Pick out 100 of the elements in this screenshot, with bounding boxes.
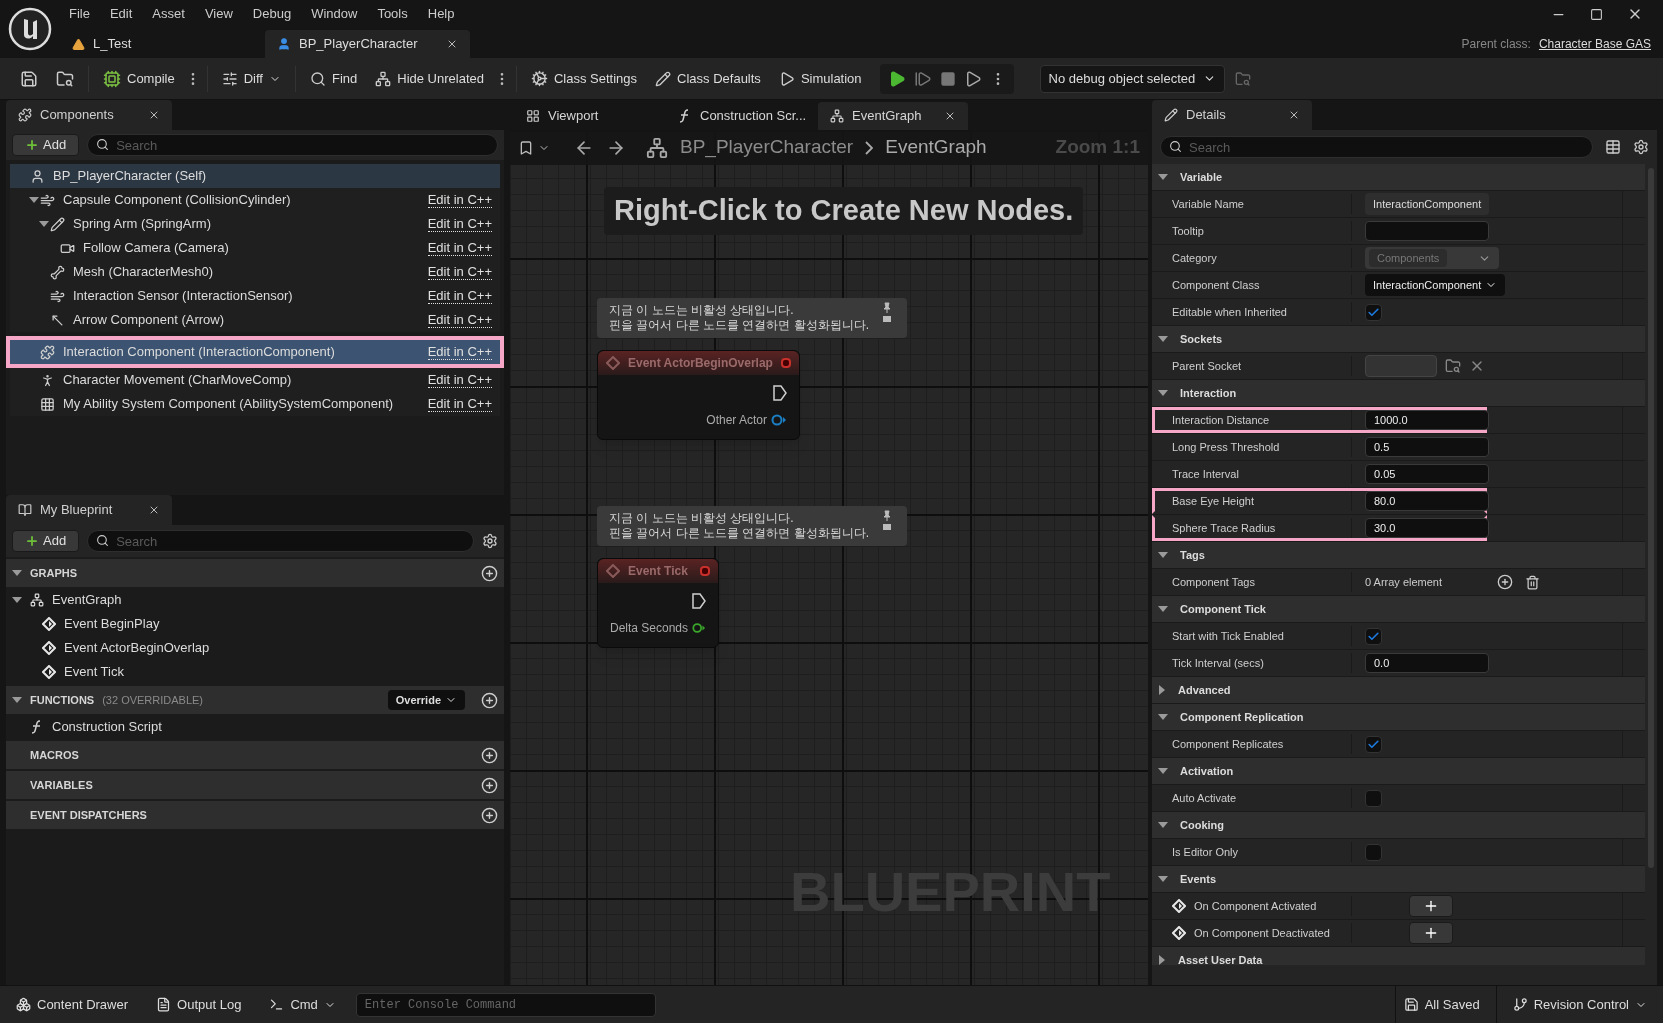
all-saved-button[interactable]: All Saved [1395,989,1488,1020]
add-circle-icon[interactable] [481,776,498,794]
revision-control-button[interactable]: Revision Control [1504,989,1655,1020]
simulation-button[interactable]: Simulation [770,63,870,94]
add-button[interactable]: Add [12,530,80,552]
content-drawer-button[interactable]: Content Drawer [8,989,137,1020]
override-dropdown[interactable]: Override [387,690,465,710]
trash-icon[interactable] [1525,574,1540,590]
add-circle-icon[interactable] [481,746,498,764]
menu-item[interactable]: File [60,4,99,24]
expand-arrow-icon[interactable] [1158,875,1168,883]
expand-arrow-icon[interactable] [12,696,22,704]
edit-in-cpp-link[interactable]: Edit in C++ [427,240,492,256]
close-icon[interactable] [1288,109,1300,121]
document-tab[interactable]: L_Test [60,30,265,58]
edit-in-cpp-link[interactable]: Edit in C++ [427,312,492,328]
checkbox[interactable] [1365,627,1382,645]
checkbox[interactable] [1365,735,1382,753]
edit-in-cpp-link[interactable]: Edit in C++ [427,288,492,304]
expand-arrow-icon[interactable] [12,569,22,577]
component-row[interactable]: Interaction Sensor (InteractionSensor) Edit in C++ [10,284,500,308]
component-row[interactable]: Interaction Component (InteractionComponent) Edit in C++ [6,336,504,368]
close-icon[interactable] [944,110,956,122]
input-field[interactable] [1365,221,1489,241]
checkbox[interactable] [1365,789,1382,807]
expand-arrow-icon[interactable] [1158,551,1168,559]
hide-unrelated-button[interactable]: Hide Unrelated [367,63,492,94]
event-item[interactable]: Event BeginPlay [6,612,504,636]
delegate-pin[interactable] [700,566,710,576]
section-header[interactable]: FUNCTIONS (32 OVERRIDABLE) Override [6,686,504,714]
event-node[interactable]: Event Tick Delta Seconds [597,558,719,648]
input-field[interactable]: 1000.0 [1365,410,1489,430]
console-input[interactable]: Enter Console Command [355,992,656,1017]
expand-arrow-icon[interactable] [1158,685,1166,695]
menu-item[interactable]: Window [302,4,367,24]
add-event-button[interactable] [1409,895,1453,917]
input-field[interactable]: 0.5 [1365,437,1489,457]
delegate-pin[interactable] [781,358,791,368]
section-header[interactable]: MACROS [6,741,504,769]
breadcrumb-item[interactable]: BP_PlayerCharacter [680,133,854,162]
component-row[interactable]: My Ability System Component (AbilitySystemComponent) Edit in C++ [10,392,500,416]
category-header[interactable]: Interaction [1152,380,1645,407]
category-header[interactable]: Tags [1152,542,1645,569]
component-row[interactable]: Character Movement (CharMoveComp) Edit in C++ [10,368,500,392]
section-header[interactable]: GRAPHS [6,559,504,587]
editor-tab[interactable]: Construction Scr... [666,102,816,130]
panel-tab[interactable]: Details [1152,100,1312,130]
category-header[interactable]: Component Replication [1152,704,1645,731]
edit-in-cpp-link[interactable]: Edit in C++ [427,396,492,412]
component-row[interactable]: Spring Arm (SpringArm) Edit in C++ [10,212,500,236]
component-row[interactable]: BP_PlayerCharacter (Self) [10,164,500,188]
expand-arrow-icon[interactable] [1158,713,1168,721]
exec-pin-icon[interactable] [773,385,787,401]
socket-field[interactable] [1365,355,1437,377]
category-header[interactable]: Variable [1152,164,1645,191]
search-field[interactable]: Search [87,530,474,552]
cmd-dropdown[interactable]: Cmd [261,989,344,1020]
expand-arrow-icon[interactable] [1158,173,1168,181]
edit-in-cpp-link[interactable]: Edit in C++ [427,372,492,388]
editor-tab[interactable]: Viewport [514,102,664,130]
category-header[interactable]: Cooking [1152,812,1645,839]
maximize-icon[interactable] [1590,7,1603,21]
expand-arrow-icon[interactable] [1158,955,1166,965]
expand-arrow-icon[interactable] [1158,605,1168,613]
input-field[interactable]: 80.0 [1365,491,1489,511]
menu-item[interactable]: Edit [100,4,142,24]
pin-icon[interactable] [882,510,892,532]
category-header[interactable]: Component Tick [1152,596,1645,623]
find-button[interactable]: Find [301,63,366,94]
expand-arrow-icon[interactable] [12,595,22,604]
graph-item[interactable]: EventGraph [6,587,504,612]
category-header[interactable]: Asset User Data [1152,947,1645,965]
compile-button[interactable]: Compile [95,63,183,94]
add-circle-icon[interactable] [481,564,498,582]
table-icon[interactable] [1605,139,1621,155]
component-row[interactable]: Capsule Component (CollisionCylinder) Edit in C++ [10,188,500,212]
event-node[interactable]: Event ActorBeginOverlap Other Actor [597,350,800,440]
checkbox[interactable] [1365,843,1382,861]
data-pin-icon[interactable] [692,622,706,634]
bookmark-icon[interactable] [518,139,534,156]
graph-item[interactable]: Construction Script [6,714,504,739]
input-field[interactable]: 0.05 [1365,464,1489,484]
expand-arrow-icon[interactable] [1158,821,1168,829]
document-tab[interactable]: BP_PlayerCharacter [265,30,470,58]
stop-icon[interactable] [939,70,956,87]
category-header[interactable]: Sockets [1152,326,1645,353]
add-circle-icon[interactable] [1497,574,1513,590]
edit-in-cpp-link[interactable]: Edit in C++ [427,344,492,360]
edit-in-cpp-link[interactable]: Edit in C++ [427,216,492,232]
step-icon[interactable] [913,69,932,88]
settings-icon[interactable] [482,533,498,549]
debug-object-dropdown[interactable]: No debug object selected [1039,64,1226,93]
component-row[interactable]: Mesh (CharacterMesh0) Edit in C++ [10,260,500,284]
class-defaults-button[interactable]: Class Defaults [647,63,769,94]
category-header[interactable]: Activation [1152,758,1645,785]
class-dropdown[interactable]: InteractionComponent [1365,274,1506,296]
save-icon[interactable] [20,69,38,88]
class-settings-button[interactable]: Class Settings [522,63,646,94]
component-row[interactable]: Arrow Component (Arrow) Edit in C++ [10,308,500,332]
search-field[interactable]: Search [1160,136,1593,158]
